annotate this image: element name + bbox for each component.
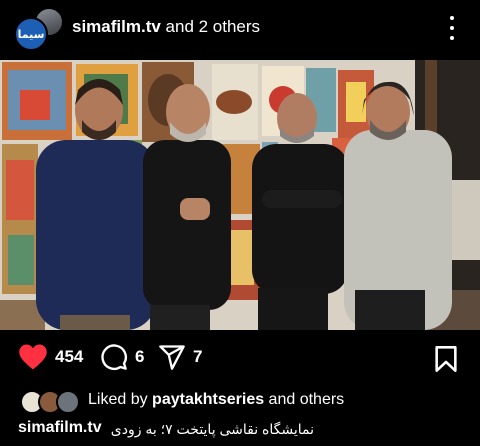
collaborators-text[interactable]: and 2 others	[161, 17, 261, 36]
account-avatar[interactable]: سیما	[14, 17, 48, 51]
post-actions: 454 6 7	[0, 330, 480, 386]
liked-by-user[interactable]: paytakhtseries	[152, 391, 264, 408]
caption: simafilm.tv نمایشگاه نقاشی پایتخت ۷؛ به …	[18, 419, 478, 443]
comment-action[interactable]: 6	[100, 342, 144, 372]
post-image[interactable]	[0, 60, 480, 330]
post-photo	[0, 60, 480, 330]
more-options-icon[interactable]	[448, 16, 456, 40]
account-username[interactable]: simafilm.tv	[72, 17, 161, 36]
avatar-logo-text: سیما	[17, 27, 45, 41]
post-header: سیما simafilm.tv and 2 others	[0, 0, 480, 56]
caption-username[interactable]: simafilm.tv	[18, 419, 102, 437]
like-action[interactable]: 454	[18, 342, 83, 372]
account-avatars[interactable]: سیما	[14, 5, 64, 51]
bookmark-icon[interactable]	[434, 345, 458, 373]
share-action[interactable]: 7	[158, 342, 202, 372]
liked-by-prefix: Liked by	[88, 391, 153, 408]
account-line[interactable]: simafilm.tv and 2 others	[72, 17, 260, 37]
shares-count[interactable]: 7	[193, 347, 202, 367]
liked-by-text[interactable]: Liked by paytakhtseries and others	[88, 391, 344, 409]
liked-by-row[interactable]: Liked by paytakhtseries and others	[18, 388, 478, 414]
caption-text: نمایشگاه نقاشی پایتخت ۷؛ به زودی	[110, 421, 314, 437]
likes-count[interactable]: 454	[55, 347, 83, 367]
comment-icon[interactable]	[100, 343, 128, 371]
heart-icon[interactable]	[18, 343, 48, 371]
comments-count[interactable]: 6	[135, 347, 144, 367]
share-icon[interactable]	[158, 343, 186, 371]
liked-by-suffix[interactable]: and others	[264, 391, 345, 408]
liker-avatar[interactable]	[56, 390, 80, 414]
